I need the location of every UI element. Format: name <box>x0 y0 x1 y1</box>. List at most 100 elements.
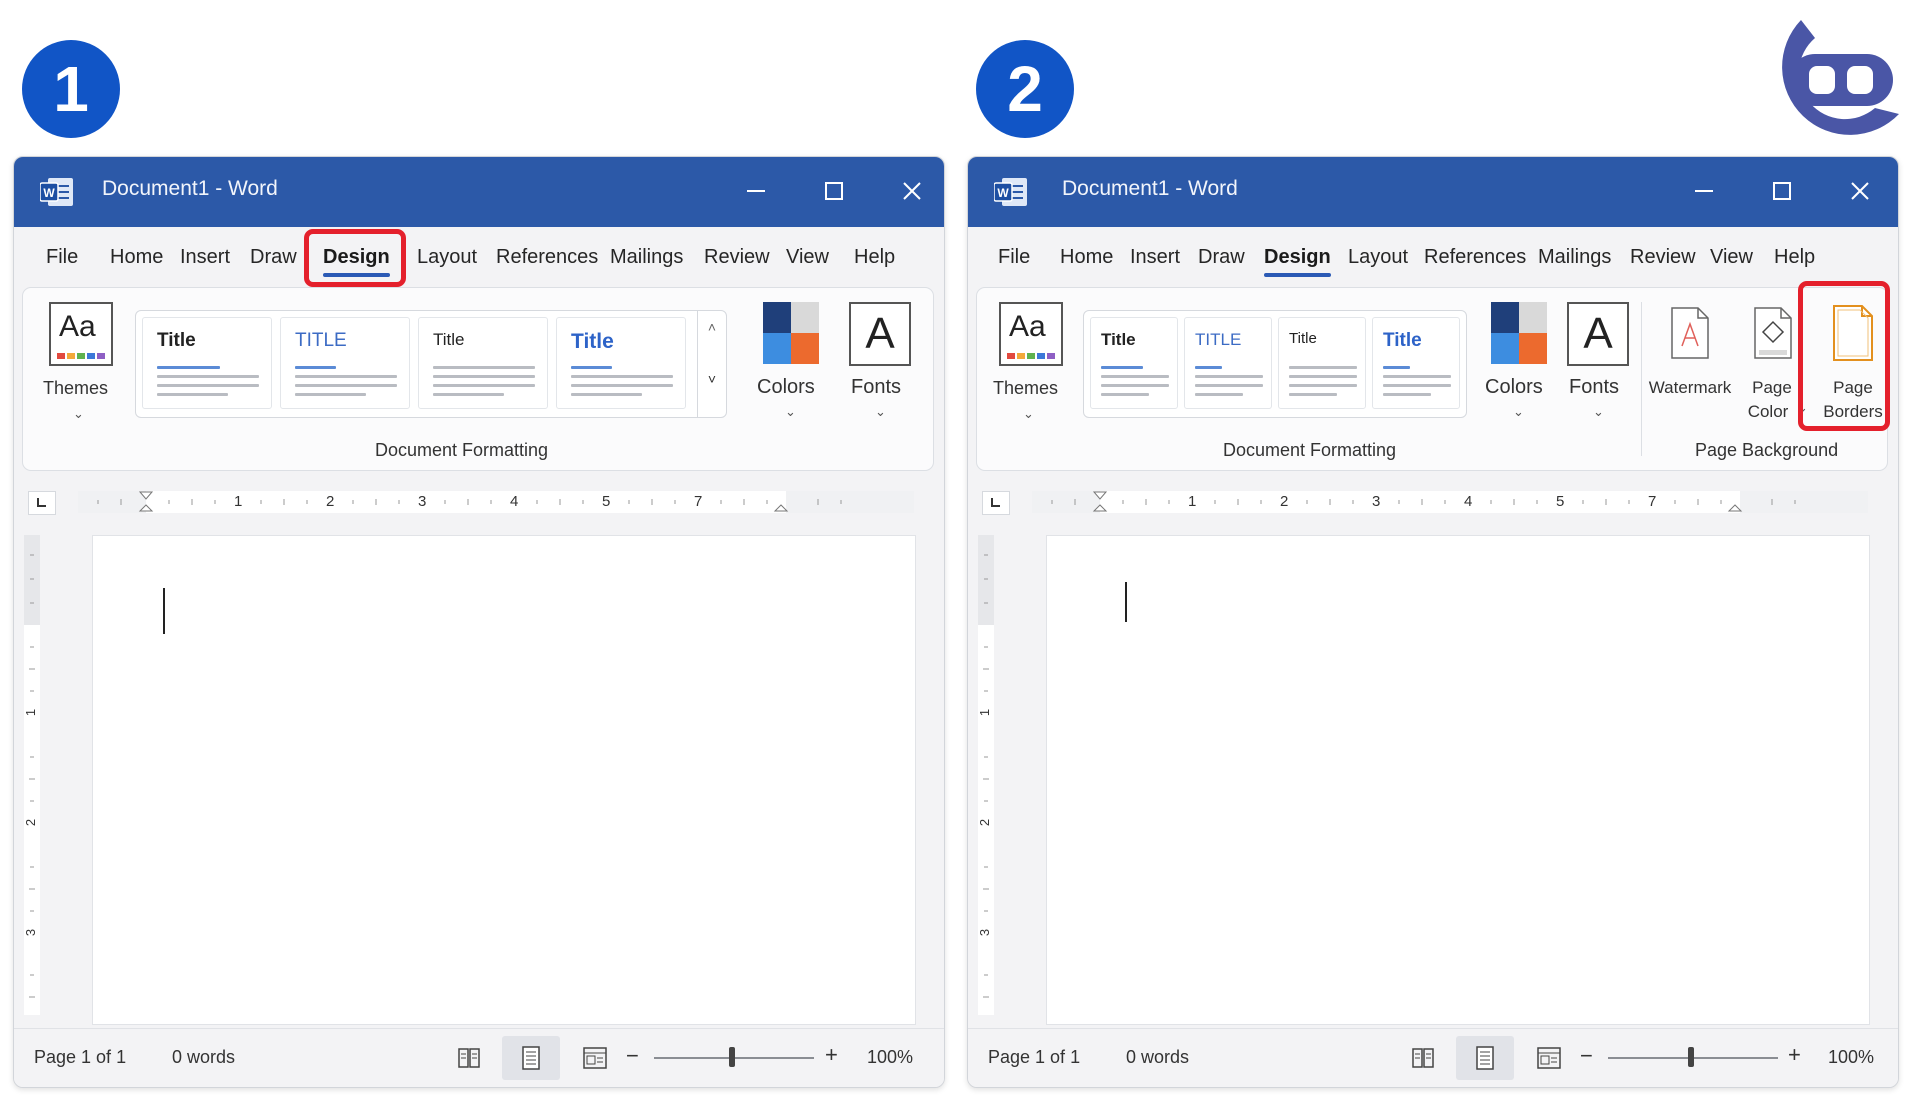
zoom-level[interactable]: 100% <box>867 1047 913 1068</box>
chevron-down-icon: ⌄ <box>73 406 84 421</box>
minimize-button[interactable] <box>736 173 776 209</box>
page-color-button[interactable]: Page Color ⌄ <box>1741 302 1808 426</box>
zoom-out-button[interactable]: − <box>626 1043 639 1069</box>
gallery-scroll-down-icon[interactable]: ˅ <box>698 371 726 387</box>
maximize-button[interactable] <box>814 173 854 209</box>
tab-mailings[interactable]: Mailings <box>1538 227 1611 287</box>
read-mode-icon[interactable] <box>1408 1043 1438 1073</box>
tab-mailings[interactable]: Mailings <box>610 227 683 287</box>
tab-selector[interactable] <box>28 491 56 515</box>
ruler-number: 2 <box>326 493 335 510</box>
document-page[interactable] <box>1046 535 1870 1025</box>
colors-button[interactable]: Colors ⌄ <box>1483 302 1553 430</box>
tab-layout[interactable]: Layout <box>1348 227 1408 287</box>
tab-draw[interactable]: Draw <box>1198 227 1245 287</box>
style-set-thumbnail[interactable]: Title <box>1090 317 1178 409</box>
tab-references[interactable]: References <box>1424 227 1526 287</box>
zoom-level[interactable]: 100% <box>1828 1047 1874 1068</box>
page-color-label: Page <box>1752 378 1792 397</box>
print-layout-icon[interactable] <box>502 1036 560 1080</box>
zoom-slider-thumb[interactable] <box>1688 1047 1694 1067</box>
word-count[interactable]: 0 words <box>172 1047 235 1068</box>
word-count[interactable]: 0 words <box>1126 1047 1189 1068</box>
tab-insert[interactable]: Insert <box>1130 227 1180 287</box>
zoom-in-button[interactable]: + <box>1788 1042 1801 1068</box>
close-button[interactable] <box>1840 173 1880 209</box>
maximize-button[interactable] <box>1762 173 1802 209</box>
document-page[interactable] <box>92 535 916 1025</box>
fonts-button[interactable]: A Fonts ⌄ <box>1563 302 1633 430</box>
tab-home[interactable]: Home <box>1060 227 1113 287</box>
ruler-number: 1 <box>977 708 993 717</box>
tab-references[interactable]: References <box>496 227 598 287</box>
tab-home[interactable]: Home <box>110 227 163 287</box>
fonts-icon: A <box>849 302 911 366</box>
tab-draw[interactable]: Draw <box>250 227 297 287</box>
colors-label: Colors <box>757 376 815 398</box>
page-borders-label: Borders <box>1823 402 1883 421</box>
tab-design[interactable]: Design <box>323 227 390 287</box>
style-title: TITLE <box>295 330 347 351</box>
zoom-slider-thumb[interactable] <box>729 1047 735 1067</box>
tab-help[interactable]: Help <box>1774 227 1815 287</box>
print-layout-icon[interactable] <box>1456 1036 1514 1080</box>
tab-selector[interactable] <box>982 491 1010 515</box>
tab-file[interactable]: File <box>46 227 78 287</box>
status-bar: Page 1 of 1 0 words − + 100% <box>14 1028 944 1087</box>
group-label-document-formatting: Document Formatting <box>375 440 549 460</box>
tab-view[interactable]: View <box>786 227 829 287</box>
ruler-number: 2 <box>1280 493 1289 510</box>
close-button[interactable] <box>892 173 932 209</box>
minimize-button[interactable] <box>1684 173 1724 209</box>
colors-icon <box>763 302 819 364</box>
themes-button[interactable]: Aa Themes ⌄ <box>43 302 113 430</box>
style-set-thumbnail[interactable]: Title <box>1278 317 1366 409</box>
step-1-badge: 1 <box>22 40 120 138</box>
tab-help[interactable]: Help <box>854 227 895 287</box>
style-set-gallery: Title TITLE Title Title <box>1083 310 1467 418</box>
page-borders-button[interactable]: Page Borders <box>1813 302 1893 426</box>
svg-text:W: W <box>43 186 55 200</box>
tab-layout[interactable]: Layout <box>417 227 477 287</box>
web-layout-icon[interactable] <box>580 1043 610 1073</box>
style-set-thumbnail[interactable]: Title <box>142 317 272 409</box>
design-ribbon: Aa Themes ⌄ Title TITLE Title <box>976 287 1888 471</box>
page-borders-icon <box>1833 305 1873 361</box>
ruler-number: 5 <box>602 493 611 510</box>
colors-button[interactable]: Colors ⌄ <box>755 302 825 430</box>
fonts-button[interactable]: A Fonts ⌄ <box>845 302 915 430</box>
tab-review[interactable]: Review <box>1630 227 1696 287</box>
fonts-icon: A <box>1567 302 1629 366</box>
zoom-in-button[interactable]: + <box>825 1042 838 1068</box>
watermark-button[interactable]: Watermark <box>1647 302 1733 412</box>
themes-label: Themes <box>993 378 1059 398</box>
read-mode-icon[interactable] <box>454 1043 484 1073</box>
style-title: Title <box>433 330 465 349</box>
tab-file[interactable]: File <box>998 227 1030 287</box>
themes-button[interactable]: Aa Themes ⌄ <box>993 302 1063 430</box>
web-layout-icon[interactable] <box>1534 1043 1564 1073</box>
word-window-1: W Document1 - Word File Home Insert Draw… <box>13 156 945 1088</box>
tab-insert[interactable]: Insert <box>180 227 230 287</box>
text-cursor <box>163 588 165 634</box>
page-count[interactable]: Page 1 of 1 <box>988 1047 1080 1068</box>
page-count[interactable]: Page 1 of 1 <box>34 1047 126 1068</box>
style-set-thumbnail[interactable]: Title <box>1372 317 1460 409</box>
ruler-number: 1 <box>234 493 243 510</box>
status-bar: Page 1 of 1 0 words − + 100% <box>968 1028 1898 1087</box>
style-set-thumbnail[interactable]: TITLE <box>1184 317 1272 409</box>
brand-logo <box>1782 20 1899 135</box>
style-set-thumbnail[interactable]: Title <box>556 317 686 409</box>
ruler-number: 3 <box>1372 493 1381 510</box>
chevron-down-icon: ⌄ <box>785 404 796 419</box>
style-set-thumbnail[interactable]: TITLE <box>280 317 410 409</box>
zoom-out-button[interactable]: − <box>1580 1043 1593 1069</box>
tab-view[interactable]: View <box>1710 227 1753 287</box>
document-title: Document1 - Word <box>102 177 278 200</box>
ruler-number: 3 <box>418 493 427 510</box>
style-set-thumbnail[interactable]: Title <box>418 317 548 409</box>
tab-review[interactable]: Review <box>704 227 770 287</box>
gallery-scroll-up-icon[interactable]: ˄ <box>698 319 726 335</box>
tab-design[interactable]: Design <box>1264 227 1331 287</box>
word-window-2: W Document1 - Word File Home Insert Draw… <box>967 156 1899 1088</box>
